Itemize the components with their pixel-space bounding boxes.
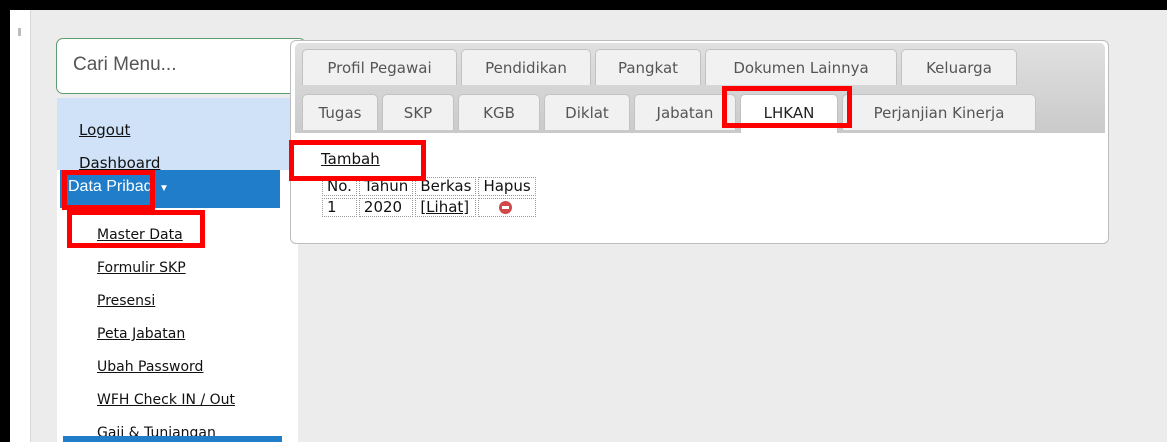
- tab-keluarga[interactable]: Keluarga: [901, 49, 1017, 85]
- tab-tugas[interactable]: Tugas: [302, 94, 378, 130]
- tab-skp[interactable]: SKP: [382, 94, 454, 130]
- tab-dokumen-lainnya[interactable]: Dokumen Lainnya: [705, 49, 897, 85]
- edge-mark: [18, 28, 21, 36]
- sidebar-top-section: Logout Dashboard: [57, 98, 298, 172]
- caret-down-icon: ▼: [159, 183, 169, 194]
- tab-bar: Profil Pegawai Pendidikan Pangkat Dokume…: [295, 43, 1105, 133]
- search-box: [56, 38, 306, 94]
- highlight-box-data-pribadi: [62, 170, 155, 210]
- highlight-box-master-data: [67, 210, 205, 248]
- col-hapus-header: Hapus: [478, 177, 536, 196]
- lhkan-table: No. Tahun Berkas Hapus 1 2020 [Lihat]: [320, 175, 538, 219]
- tab-perjanjian-kinerja[interactable]: Perjanjian Kinerja: [842, 94, 1036, 130]
- submenu-peta-jabatan[interactable]: Peta Jabatan: [97, 326, 185, 342]
- sidebar-item-logout[interactable]: Logout: [79, 121, 130, 139]
- sidebar-next-item: [63, 436, 282, 442]
- delete-icon[interactable]: [499, 201, 513, 214]
- tab-pangkat[interactable]: Pangkat: [595, 49, 701, 85]
- cell-tahun: 2020: [358, 198, 414, 217]
- view-file-link[interactable]: [Lihat]: [420, 198, 469, 216]
- submenu-presensi[interactable]: Presensi: [97, 293, 155, 309]
- highlight-box-tambah: [289, 140, 426, 181]
- left-edge: [10, 10, 31, 442]
- tab-profil-pegawai[interactable]: Profil Pegawai: [302, 49, 457, 85]
- tab-kgb[interactable]: KGB: [458, 94, 540, 130]
- cell-no: 1: [322, 198, 357, 217]
- tab-jabatan[interactable]: Jabatan: [634, 94, 736, 130]
- submenu-formulir-skp[interactable]: Formulir SKP: [97, 260, 186, 276]
- search-input[interactable]: [71, 53, 285, 77]
- highlight-box-lhkan: [722, 86, 852, 128]
- submenu-wfh-check[interactable]: WFH Check IN / Out: [97, 392, 235, 408]
- page: Logout Dashboard Data Pribadi▼ Master Da…: [10, 10, 1167, 442]
- submenu-ubah-password[interactable]: Ubah Password: [97, 359, 203, 375]
- tab-diklat[interactable]: Diklat: [544, 94, 630, 130]
- sidebar: Logout Dashboard Data Pribadi ▼ Master Da…: [57, 98, 298, 442]
- tab-pendidikan[interactable]: Pendidikan: [461, 49, 591, 85]
- table-row: 1 2020 [Lihat]: [322, 198, 536, 217]
